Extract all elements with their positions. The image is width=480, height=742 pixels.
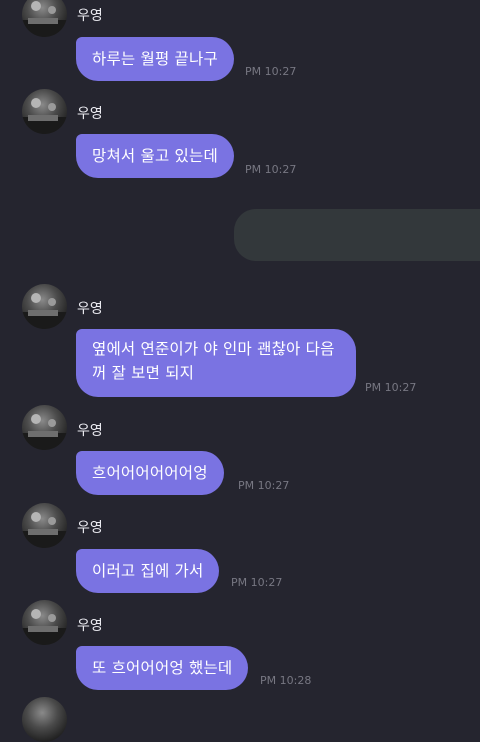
message-bubble[interactable]: 옆에서 연준이가 야 인마 괜찮아 다음 꺼 잘 보면 되지 <box>76 329 356 397</box>
avatar-photo-icon <box>22 1 67 37</box>
message-timestamp: PM 10:27 <box>238 479 290 492</box>
message-timestamp: PM 10:27 <box>245 65 297 78</box>
sender-avatar[interactable] <box>22 284 67 329</box>
message-timestamp: PM 10:27 <box>245 163 297 176</box>
avatar-photo-icon <box>22 512 67 548</box>
message-bubble[interactable]: 망쳐서 울고 있는데 <box>76 134 234 178</box>
sender-name: 우영 <box>77 618 103 634</box>
avatar-photo-icon <box>22 609 67 645</box>
sent-message-bubble[interactable] <box>234 209 480 261</box>
sender-avatar[interactable] <box>22 600 67 645</box>
sender-name: 우영 <box>77 423 103 439</box>
sender-name: 우영 <box>77 106 103 122</box>
message-timestamp: PM 10:27 <box>365 381 417 394</box>
sender-avatar[interactable] <box>22 89 67 134</box>
message-bubble[interactable]: 하루는 월평 끝나구 <box>76 37 234 81</box>
sender-avatar[interactable] <box>22 503 67 548</box>
avatar-photo-icon <box>22 293 67 329</box>
sender-avatar[interactable] <box>22 405 67 450</box>
message-bubble[interactable]: 또 흐어어어엉 했는데 <box>76 646 249 690</box>
message-bubble[interactable]: 흐어어어어어어엉 <box>76 451 224 495</box>
avatar-photo-icon <box>22 414 67 450</box>
avatar-photo-icon <box>22 98 67 134</box>
sender-avatar[interactable] <box>22 0 67 37</box>
message-bubble[interactable]: 이러고 집에 가서 <box>76 549 220 593</box>
sender-name: 우영 <box>77 520 103 536</box>
message-timestamp: PM 10:28 <box>260 674 312 687</box>
sender-name: 우영 <box>77 8 103 24</box>
sender-name: 우영 <box>77 301 103 317</box>
message-timestamp: PM 10:27 <box>231 576 283 589</box>
